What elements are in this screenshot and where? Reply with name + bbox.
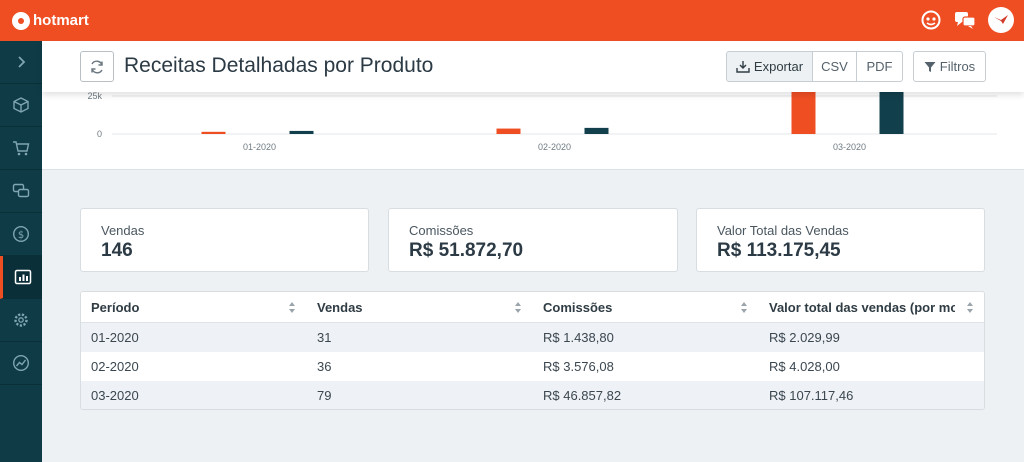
table-header-row: Período Vendas Comissões Valor total das…	[81, 292, 984, 323]
refresh-icon	[91, 60, 103, 73]
chart-bar[interactable]	[496, 128, 521, 134]
box-icon	[13, 97, 29, 113]
export-label: Exportar	[753, 59, 804, 74]
table-row: 02-2020 36 R$ 3.576,08 R$ 4.028,00	[81, 352, 984, 381]
refresh-button[interactable]	[80, 51, 114, 82]
sort-icon[interactable]	[966, 301, 974, 314]
commission-cell: R$ 46.857,82	[543, 388, 622, 403]
x-tick-label: 02-2020	[538, 142, 571, 152]
sidebar-item-products[interactable]	[0, 84, 42, 127]
hotmart-logo[interactable]: hotmart	[12, 11, 89, 30]
y-tick-label: 0	[97, 129, 102, 139]
csv-label: CSV	[821, 59, 848, 74]
download-icon	[736, 61, 750, 73]
commission-label: Comissões	[409, 223, 474, 238]
trend-icon	[12, 354, 30, 372]
column-header-total[interactable]: Valor total das vendas (por mo	[769, 292, 955, 322]
period-cell: 01-2020	[91, 330, 139, 345]
cart-icon	[13, 141, 30, 156]
x-tick-label: 03-2020	[833, 142, 866, 152]
sidebar-item-messages[interactable]	[0, 170, 42, 213]
commission-cell: R$ 1.438,80	[543, 330, 614, 345]
revenue-chart: 0 25k 01-2020 02-2020 03-2020	[42, 92, 1024, 170]
sidebar-item-finance[interactable]: $	[0, 213, 42, 256]
filter-button[interactable]: Filtros	[913, 51, 986, 82]
table-row: 01-2020 31 R$ 1.438,80 R$ 2.029,99	[81, 323, 984, 352]
total-sales-stat-card: Valor Total das Vendas R$ 113.175,45	[696, 208, 985, 272]
brand-name: hotmart	[33, 12, 89, 29]
flame-logo-icon	[12, 11, 30, 30]
chart-bar[interactable]	[201, 131, 226, 134]
period-cell: 03-2020	[91, 388, 139, 403]
chart-bar[interactable]	[584, 127, 609, 134]
chart-bar[interactable]	[289, 130, 314, 134]
sales-value: 146	[101, 240, 133, 261]
bar-chart: 0 25k 01-2020 02-2020 03-2020	[87, 92, 997, 152]
sales-cell: 31	[317, 330, 332, 345]
total-cell: R$ 4.028,00	[769, 359, 840, 374]
sidebar: $	[0, 41, 42, 462]
sidebar-item-analytics[interactable]	[0, 342, 42, 385]
total-cell: R$ 2.029,99	[769, 330, 840, 345]
top-bar: hotmart	[0, 0, 1024, 41]
period-cell: 02-2020	[91, 359, 139, 374]
commission-value: R$ 51.872,70	[409, 240, 524, 261]
chevron-right-icon	[18, 56, 26, 68]
y-tick-label: 25k	[87, 92, 102, 101]
export-button[interactable]: Exportar	[726, 51, 813, 82]
sort-icon[interactable]	[514, 301, 522, 314]
pdf-label: PDF	[866, 59, 893, 74]
commission-stat-card: Comissões R$ 51.872,70	[388, 208, 678, 272]
sales-label: Vendas	[101, 223, 145, 238]
chat-bubbles-icon	[12, 183, 30, 198]
sales-stat-card: Vendas 146	[80, 208, 369, 272]
sort-icon[interactable]	[288, 301, 296, 314]
chat-icon[interactable]	[954, 9, 976, 31]
x-tick-label: 01-2020	[243, 142, 276, 152]
sales-cell: 36	[317, 359, 332, 374]
expand-sidebar-button[interactable]	[0, 41, 42, 84]
table-row: 03-2020 79 R$ 46.857,82 R$ 107.117,46	[81, 381, 984, 409]
csv-button[interactable]: CSV	[812, 51, 857, 82]
commission-cell: R$ 3.576,08	[543, 359, 614, 374]
pdf-button[interactable]: PDF	[856, 51, 903, 82]
dollar-icon: $	[12, 225, 30, 243]
total-cell: R$ 107.117,46	[769, 388, 854, 403]
column-header-period[interactable]: Período	[91, 292, 307, 322]
page-title: Receitas Detalhadas por Produto	[124, 54, 434, 77]
chart-bar[interactable]	[879, 92, 904, 134]
sales-cell: 79	[317, 388, 332, 403]
page-header: Receitas Detalhadas por Produto Exportar…	[42, 41, 1024, 92]
bar-chart-icon	[14, 269, 31, 285]
svg-text:$: $	[18, 230, 24, 241]
gear-icon	[14, 313, 28, 327]
column-header-sales[interactable]: Vendas	[317, 292, 533, 322]
total-sales-value: R$ 113.175,45	[717, 240, 841, 261]
sidebar-item-reports[interactable]	[0, 256, 42, 299]
sidebar-item-sales[interactable]	[0, 127, 42, 170]
column-header-commissions[interactable]: Comissões	[543, 292, 759, 322]
sort-icon[interactable]	[740, 301, 748, 314]
sidebar-item-settings[interactable]	[0, 299, 42, 342]
avatar[interactable]	[988, 7, 1014, 33]
chart-bar[interactable]	[791, 92, 816, 134]
revenue-table: Período Vendas Comissões Valor total das…	[80, 291, 985, 410]
support-icon[interactable]	[920, 9, 942, 31]
filter-label: Filtros	[939, 59, 976, 74]
funnel-icon	[924, 61, 936, 72]
total-sales-label: Valor Total das Vendas	[717, 223, 849, 238]
